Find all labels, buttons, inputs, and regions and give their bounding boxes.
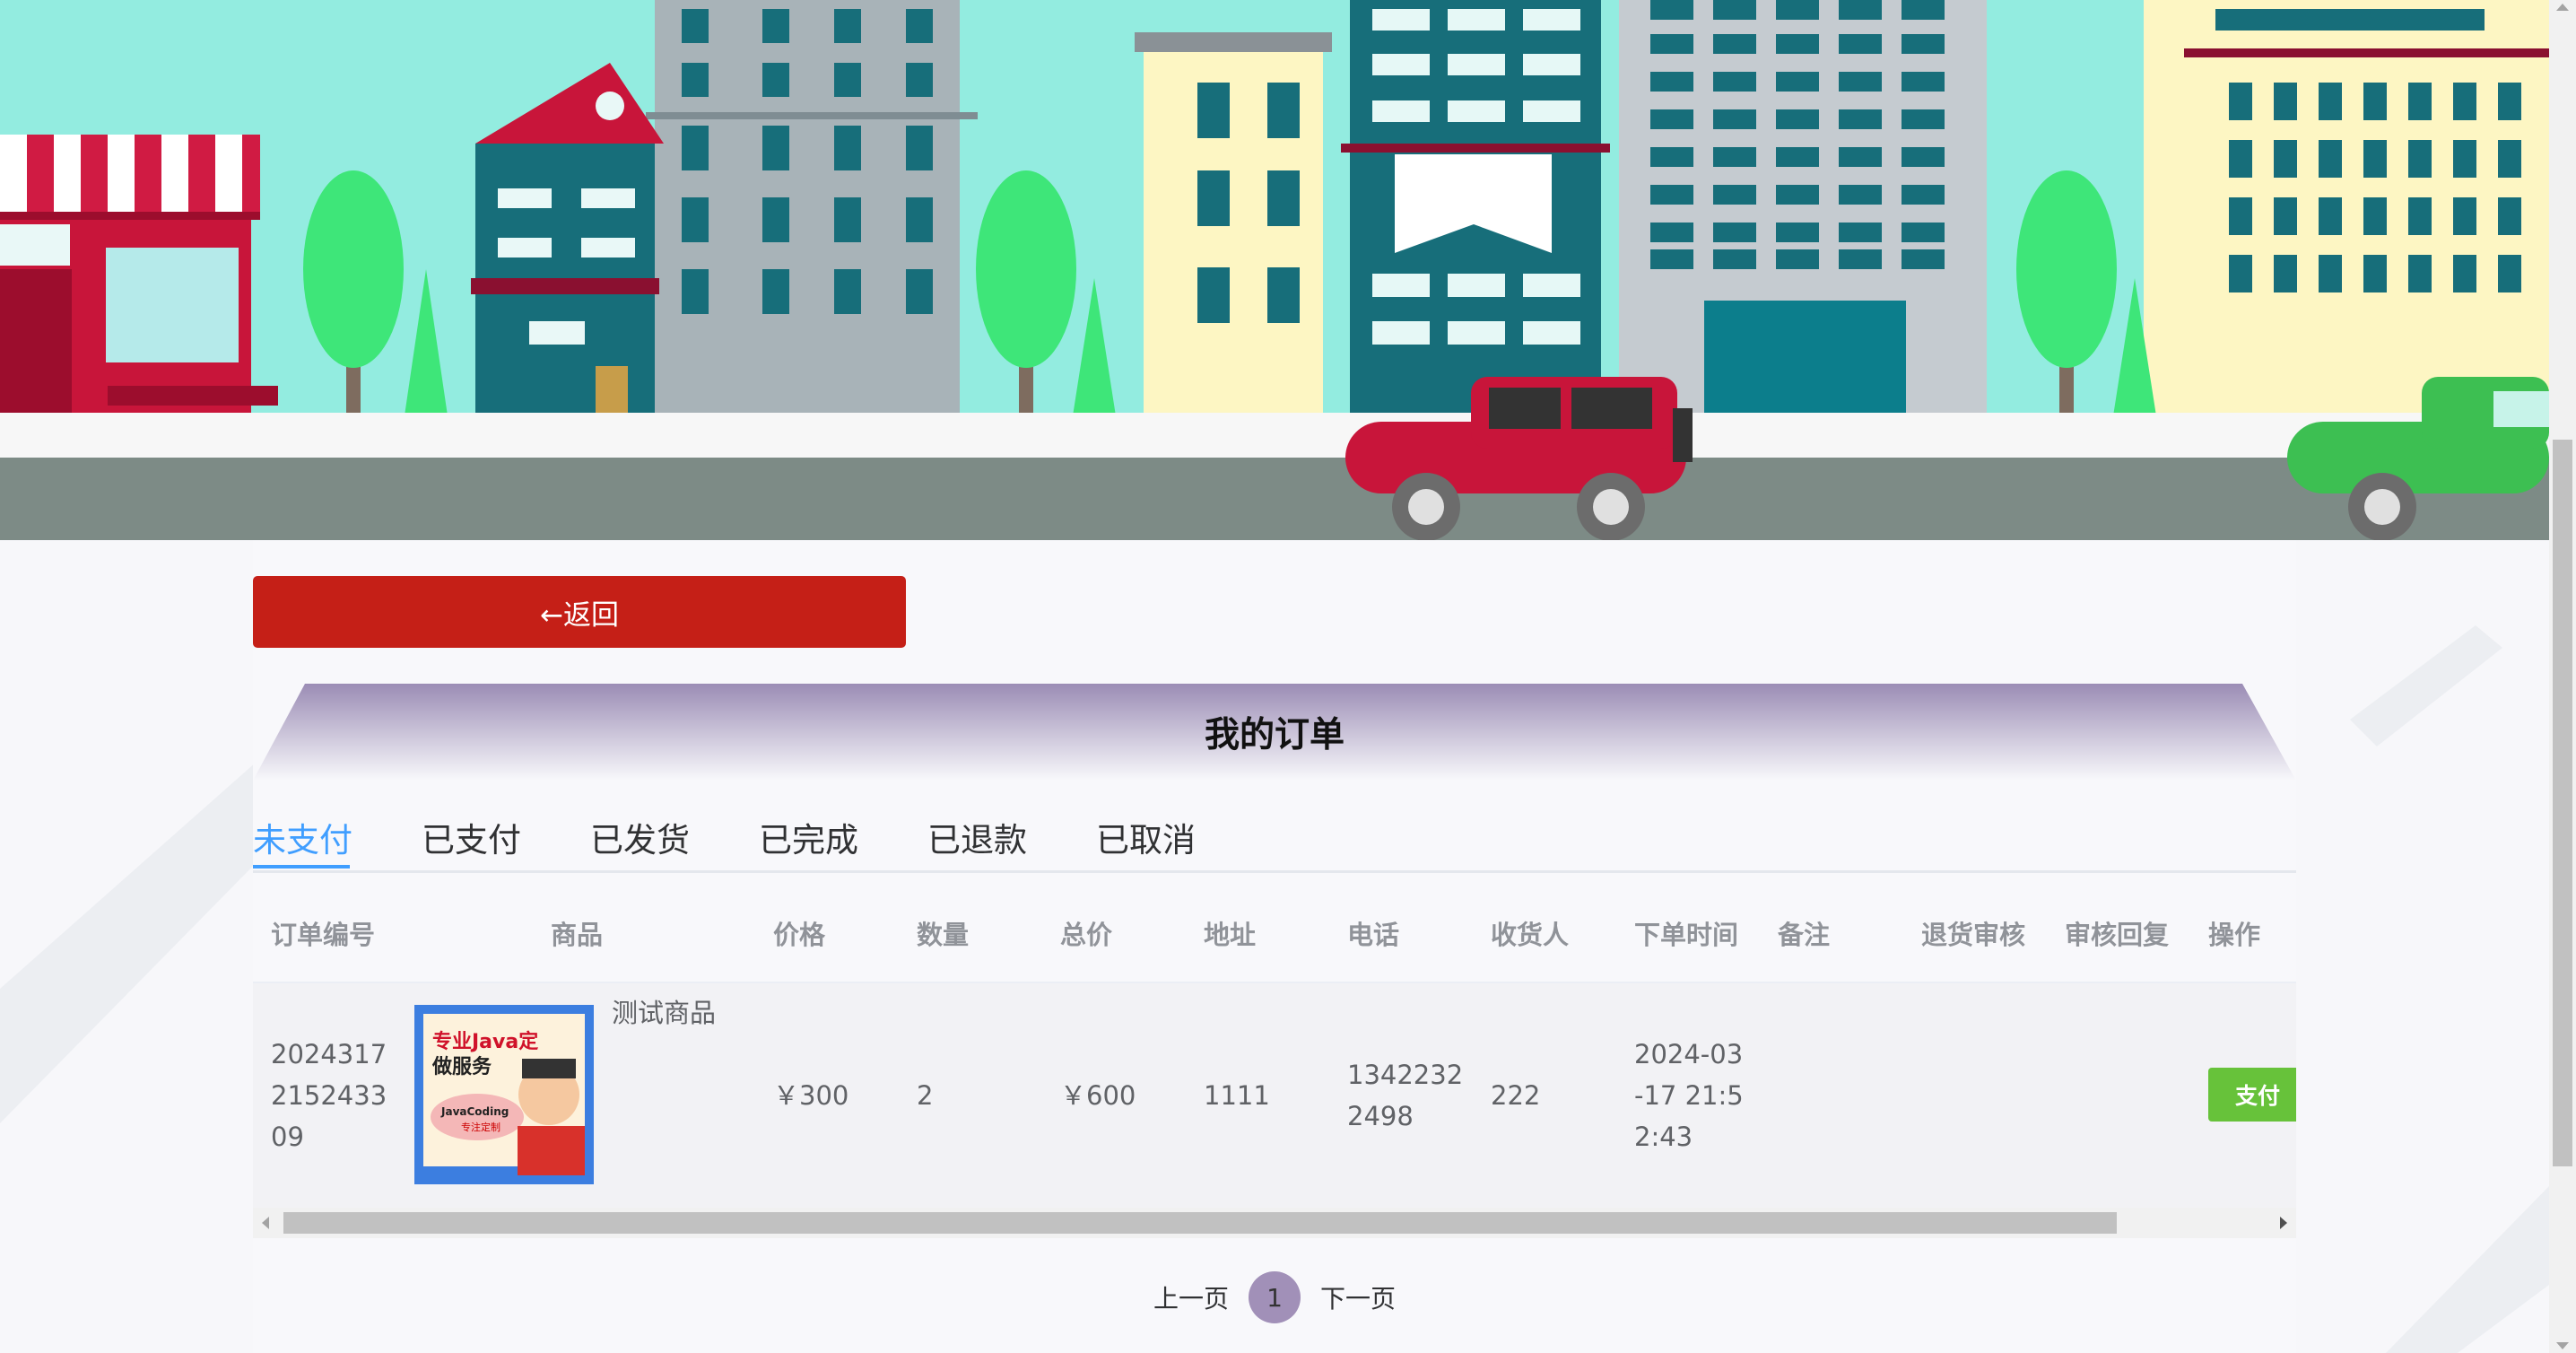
- tab-unpaid[interactable]: 未支付: [253, 806, 352, 869]
- next-page-button[interactable]: 下一页: [1320, 1279, 1396, 1315]
- product-image-tagline: 专注定制: [461, 1121, 500, 1133]
- scroll-down-icon[interactable]: [2556, 1342, 2569, 1349]
- column-header: 操作: [2208, 920, 2261, 950]
- product-image: 专业Java定 做服务 JavaCoding 专注定制: [414, 1005, 594, 1184]
- horizontal-scrollbar-thumb[interactable]: [283, 1212, 2117, 1234]
- column-header: 总价: [1060, 920, 1113, 950]
- title-banner: 我的订单: [253, 684, 2296, 781]
- city-illustration: [0, 0, 2549, 540]
- scroll-up-icon[interactable]: [2556, 4, 2569, 11]
- phone: 1342232 2498: [1347, 1060, 1464, 1131]
- orders-panel: ←返回 我的订单 未支付 已支付 已发货 已完成 已退款 已取消 订单编号 商品…: [253, 540, 2296, 1353]
- scrollbar-thumb[interactable]: [2553, 440, 2572, 1166]
- column-header: 下单时间: [1634, 920, 1739, 950]
- page-number-current[interactable]: 1: [1249, 1271, 1301, 1323]
- price: ￥300: [773, 1080, 849, 1111]
- table-header: 订单编号 商品 价格 数量 总价 地址 电话 收货人 下单时间 备注 退货审核 …: [253, 885, 2296, 983]
- pay-button[interactable]: 支付: [2208, 1068, 2296, 1122]
- orders-table: 订单编号 商品 价格 数量 总价 地址 电话 收货人 下单时间 备注 退货审核 …: [253, 885, 2296, 1208]
- pagination: 上一页 1 下一页: [253, 1270, 2296, 1324]
- scroll-right-icon[interactable]: [2280, 1217, 2287, 1229]
- column-header: 价格: [773, 920, 826, 950]
- product-image-subtitle: 做服务: [431, 1055, 492, 1078]
- tab-paid[interactable]: 已支付: [422, 806, 521, 869]
- column-header: 备注: [1778, 920, 1831, 950]
- column-header: 审核回复: [2065, 920, 2170, 950]
- column-header: 收货人: [1491, 920, 1570, 950]
- column-header: 退货审核: [1921, 920, 2026, 950]
- column-header: 地址: [1204, 920, 1257, 950]
- table-horizontal-scrollbar[interactable]: [253, 1208, 2296, 1238]
- column-header: 商品: [551, 920, 604, 950]
- column-header: 数量: [917, 920, 970, 950]
- city-banner: [0, 0, 2549, 540]
- product-name: 测试商品: [612, 998, 717, 1028]
- receiver: 222: [1491, 1080, 1541, 1111]
- tab-completed[interactable]: 已完成: [759, 806, 858, 869]
- total-price: ￥600: [1060, 1080, 1136, 1111]
- order-time: 2024-03 -17 21:5 2:43: [1634, 1039, 1744, 1152]
- active-tab-indicator: [253, 865, 350, 869]
- prev-page-button[interactable]: 上一页: [1153, 1279, 1229, 1315]
- product-image-headline: 专业Java定: [432, 1030, 538, 1053]
- column-header: 订单编号: [271, 920, 376, 950]
- table-row: 2024317 2152433 09 专业Java定 做服务 JavaCodin…: [253, 983, 2296, 1208]
- product-image-brand: JavaCoding: [440, 1105, 509, 1118]
- order-number: 2024317 2152433 09: [271, 1039, 387, 1152]
- page-title: 我的订单: [1204, 715, 1345, 755]
- scroll-left-icon[interactable]: [262, 1217, 269, 1229]
- tab-shipped[interactable]: 已发货: [590, 806, 690, 869]
- page-scrollbar[interactable]: [2549, 0, 2576, 1353]
- column-header: 电话: [1347, 920, 1400, 950]
- back-button[interactable]: ←返回: [253, 576, 906, 648]
- tab-cancelled[interactable]: 已取消: [1096, 806, 1196, 869]
- tab-refunded[interactable]: 已退款: [927, 806, 1027, 869]
- quantity: 2: [917, 1080, 934, 1111]
- order-status-tabs: 未支付 已支付 已发货 已完成 已退款 已取消: [253, 806, 2296, 873]
- address: 1111: [1204, 1080, 1270, 1111]
